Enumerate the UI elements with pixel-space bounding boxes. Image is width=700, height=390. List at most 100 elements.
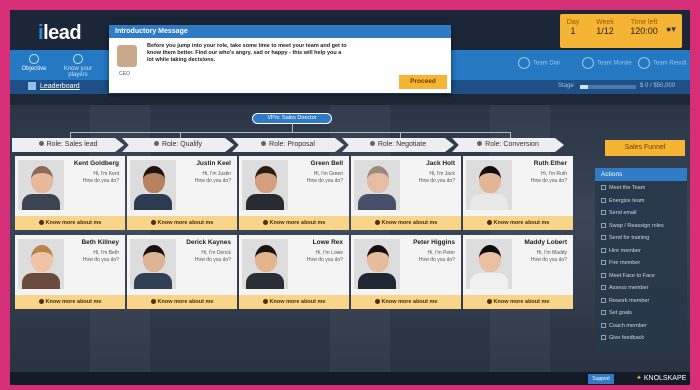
team-member-card[interactable]: Peter Higgins Hi, I'm Peter How do you do?… [351,235,461,309]
role-bullet-icon [261,141,267,146]
role-qualify[interactable]: Role: Qualify [122,138,234,152]
member-name: Jack Holt [426,160,455,167]
know-more-button[interactable]: Know more about me [127,216,237,230]
team-member-card[interactable]: Beth Killney Hi, I'm Beth How do you do? Kn… [15,235,125,309]
member-name: Peter Higgins [413,239,455,246]
sales-funnel-button[interactable]: Sales Funnel [605,140,685,156]
brand-label: KNOLSKAPE [643,375,687,382]
member-name: Justin Keel [196,160,231,167]
photo-shirt [246,194,284,210]
leaderboard-link[interactable]: Leaderboard [28,82,80,90]
action-icon [601,197,606,203]
action-item[interactable]: Meet Face to Face [601,273,655,279]
progress-bar [580,85,636,89]
member-greeting: Hi, I'm Lowe How do you do? [307,250,343,264]
photo-face [143,245,165,272]
action-item[interactable]: Energize team [601,198,644,204]
action-item[interactable]: Send email [601,210,637,216]
role-bullet-icon [153,141,159,146]
greet-line: How do you do? [194,257,231,263]
nav-label: Objective [21,66,47,72]
action-item[interactable]: Send for training [601,235,649,241]
role-sales-lead[interactable]: Role: Sales lead [12,138,124,152]
info-icon [262,299,268,305]
action-item[interactable]: Set goals [601,310,632,316]
know-more-button[interactable]: Know more about me [351,295,461,309]
role-proposal[interactable]: Role: Proposal [232,138,344,152]
brand-star-icon: ✦ [636,375,642,382]
know-more-button[interactable]: Know more about me [351,216,461,230]
team-member-card[interactable]: Derick Kaynes Hi, I'm Derick How do you do… [127,235,237,309]
action-item[interactable]: Fire member [601,260,640,266]
team-member-card[interactable]: Green Bell Hi, I'm Green How do you do? Kno… [239,156,349,230]
member-photo [18,160,64,210]
team-member-card[interactable]: Lowe Rex Hi, I'm Lowe How do you do? Know m… [239,235,349,309]
action-item[interactable]: Swap / Reassign roles [601,223,664,229]
photo-face [31,166,53,193]
nav-objective[interactable]: Objective [14,54,54,72]
progress-label: Stage [558,83,574,89]
role-conversion[interactable]: Role: Conversion [452,138,564,152]
role-label: Role: Proposal [269,141,315,148]
know-more-button[interactable]: Know more about me [239,216,349,230]
team-member-card[interactable]: Jack Holt Hi, I'm Jack How do you do? Know … [351,156,461,230]
member-greeting: Hi, I'm Justin How do you do? [195,171,231,185]
role-bullet-icon [477,141,483,146]
member-photo [354,160,400,210]
greet-line: How do you do? [418,178,455,184]
result-icon [638,57,650,69]
nav-team-dial[interactable]: Team Dial [518,57,560,69]
greet-line: How do you do? [530,257,567,263]
proceed-button[interactable]: Proceed [399,75,447,89]
team-member-card[interactable]: Kent Goldberg Hi, I'm Kent How do you do? K… [15,156,125,230]
know-more-button[interactable]: Know more about me [239,295,349,309]
greet-line: Hi, I'm Maddy [536,250,567,256]
member-name: Maddy Lobert [524,239,567,246]
team-member-card[interactable]: Justin Keel Hi, I'm Justin How do you do? K… [127,156,237,230]
know-more-label: Know more about me [45,299,102,305]
know-more-button[interactable]: Know more about me [463,295,573,309]
trophy-icon [28,82,36,90]
role-negotiate[interactable]: Role: Negotiate [342,138,454,152]
know-more-button[interactable]: Know more about me [15,216,125,230]
stat-value: 1/12 [596,26,614,36]
stat-value: 1 [570,26,576,36]
user-menu-icon[interactable]: ●▾ [666,24,678,35]
nav-label: Team Morale [597,60,632,67]
photo-face [479,166,501,193]
know-more-button[interactable]: Know more about me [15,295,125,309]
greet-line: Hi, I'm Jack [429,171,455,177]
vp-node[interactable]: VP/s: Sales Director [252,113,332,124]
nav-team-result[interactable]: Team Result [638,57,686,69]
greet-line: How do you do? [306,178,343,184]
photo-shirt [358,273,396,289]
support-button[interactable]: Support [588,374,614,384]
action-icon [601,247,606,253]
team-member-card[interactable]: Maddy Lobert Hi, I'm Maddy How do you do? K… [463,235,573,309]
know-more-label: Know more about me [381,299,438,305]
action-icon [601,285,606,291]
member-greeting: Hi, I'm Jack How do you do? [419,171,455,185]
nav-know-your-players[interactable]: Know your players [58,54,98,78]
action-label: Fire member [609,260,641,266]
app-logo: ilead [38,22,82,45]
action-item[interactable]: Hire member [601,248,641,254]
action-item[interactable]: Meet the Team [601,185,645,191]
know-more-button[interactable]: Know more about me [463,216,573,230]
action-item[interactable]: Coach member [601,323,647,329]
action-icon [601,310,606,316]
photo-face [479,245,501,272]
action-item[interactable]: Give feedback [601,335,644,341]
nav-team-morale[interactable]: Team Morale [582,57,632,69]
info-icon [150,220,156,226]
know-more-label: Know more about me [493,299,550,305]
info-icon [486,220,492,226]
people-icon [73,54,83,64]
team-member-card[interactable]: Ruth Ether Hi, I'm Ruth How do you do? Know… [463,156,573,230]
action-item[interactable]: Rework member [601,298,649,304]
actions-title: Actions [595,168,687,181]
stat-day: Day 1 [566,18,580,36]
photo-face [31,245,53,272]
action-item[interactable]: Assess member [601,285,648,291]
know-more-button[interactable]: Know more about me [127,295,237,309]
